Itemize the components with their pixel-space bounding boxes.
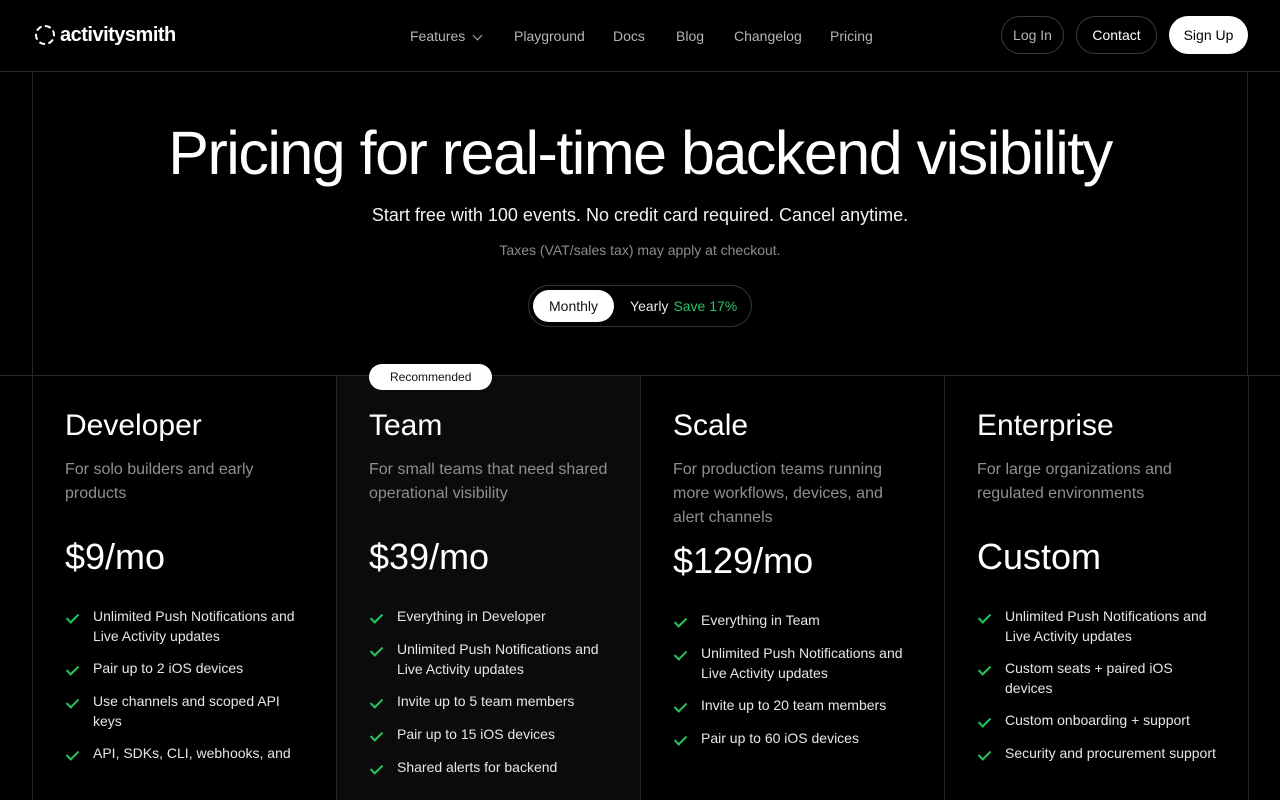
feature-item: Unlimited Push Notifications and Live Ac… (369, 639, 609, 679)
plan-name: Enterprise (977, 409, 1114, 442)
signup-button[interactable]: Sign Up (1169, 16, 1248, 54)
feature-item: Pair up to 2 iOS devices (65, 658, 305, 679)
feature-item: Unlimited Push Notifications and Live Ac… (65, 606, 305, 646)
feature-text: Everything in Developer (397, 608, 546, 624)
check-icon (369, 611, 385, 627)
yearly-label: Yearly (630, 298, 669, 314)
plan-description: For solo builders and early products (65, 461, 254, 502)
feature-text: Shared alerts for backend (397, 759, 558, 775)
feature-list: Unlimited Push Notifications and Live Ac… (977, 606, 1216, 764)
plans-grid: Developer For solo builders and early pr… (32, 364, 1249, 800)
nav-pricing[interactable]: Pricing (830, 28, 873, 44)
feature-item: Custom seats + paired iOS devices (977, 658, 1217, 698)
plan-price: $9/mo (65, 536, 166, 577)
billing-toggle: Monthly Yearly Save 17% (528, 285, 752, 327)
hero-subtitle: Start free with 100 events. No credit ca… (371, 205, 909, 225)
plan-price: $129/mo (673, 540, 814, 581)
feature-item: Pair up to 60 iOS devices (673, 728, 913, 749)
plan-developer: Developer For solo builders and early pr… (33, 376, 337, 800)
check-icon (369, 729, 385, 745)
feature-item: Custom onboarding + support (977, 710, 1217, 731)
nav-features[interactable]: Features (410, 28, 514, 44)
feature-item: Invite up to 5 team members (369, 691, 609, 712)
feature-text: Pair up to 15 iOS devices (397, 726, 555, 742)
check-icon (369, 762, 385, 778)
feature-item: Shared alerts for backend (369, 757, 609, 778)
feature-item: Everything in Developer (369, 606, 609, 627)
plan-name: Scale (673, 409, 749, 442)
check-icon (673, 615, 689, 631)
nav-playground[interactable]: Playground (514, 28, 613, 44)
feature-text: Unlimited Push Notifications and Live Ac… (397, 641, 599, 677)
feature-item: Pair up to 15 iOS devices (369, 724, 609, 745)
check-icon (65, 748, 81, 764)
monthly-option[interactable]: Monthly (533, 290, 615, 322)
plan-description: For small teams that need shared operati… (369, 461, 608, 502)
check-icon (65, 663, 81, 679)
feature-item: API, SDKs, CLI, webhooks, and (65, 743, 305, 764)
feature-item: Unlimited Push Notifications and Live Ac… (977, 606, 1217, 646)
feature-text: Everything in Team (701, 612, 820, 628)
feature-text: Pair up to 2 iOS devices (93, 660, 244, 676)
check-icon (977, 663, 993, 679)
plan-description: For large organizations and regulated en… (977, 461, 1172, 502)
feature-item: Security and procurement support (977, 743, 1217, 764)
top-nav: activitysmith Features Playground Docs B… (0, 0, 1280, 72)
feature-list: Unlimited Push Notifications and Live Ac… (65, 606, 304, 764)
feature-item: Use channels and scoped API keys (65, 691, 305, 731)
check-icon (369, 644, 385, 660)
chevron-down-icon (472, 30, 483, 40)
plan-description: For production teams running more workfl… (673, 461, 883, 526)
feature-text: Unlimited Push Notifications and Live Ac… (701, 645, 903, 681)
plan-scale: Scale For production teams running more … (641, 376, 945, 800)
logo-icon (35, 25, 55, 45)
logo-text: activitysmith (60, 23, 176, 46)
feature-text: API, SDKs, CLI, webhooks, and (93, 745, 291, 761)
check-icon (977, 715, 993, 731)
check-icon (977, 748, 993, 764)
check-icon (673, 700, 689, 716)
feature-item: Unlimited Push Notifications and Live Ac… (673, 643, 913, 683)
nav-links: Features Playground Docs Blog Changelog … (410, 0, 873, 72)
plan-name: Developer (65, 409, 202, 442)
feature-text: Invite up to 20 team members (701, 697, 887, 713)
nav-docs[interactable]: Docs (613, 28, 676, 44)
page-title: Pricing for real-time backend visibility (168, 119, 1113, 187)
check-icon (65, 611, 81, 627)
feature-item: Invite up to 20 team members (673, 695, 913, 716)
feature-text: Custom onboarding + support (1005, 712, 1190, 728)
feature-text: Unlimited Push Notifications and Live Ac… (1005, 608, 1207, 644)
nav-actions: Log In Contact Sign Up (1001, 16, 1248, 54)
check-icon (977, 611, 993, 627)
feature-list: Everything in Team Unlimited Push Notifi… (673, 610, 912, 749)
check-icon (65, 696, 81, 712)
feature-text: Pair up to 60 iOS devices (701, 730, 859, 746)
check-icon (673, 733, 689, 749)
recommended-badge: Recommended (369, 364, 493, 390)
plan-enterprise: Enterprise For large organizations and r… (945, 376, 1249, 800)
login-button[interactable]: Log In (1001, 16, 1064, 54)
feature-text: Use channels and scoped API keys (93, 693, 280, 729)
plan-team: Recommended Team For small teams that ne… (337, 364, 641, 800)
feature-text: Security and procurement support (1005, 745, 1216, 761)
check-icon (673, 648, 689, 664)
yearly-option[interactable]: Yearly Save 17% (614, 290, 753, 322)
logo[interactable]: activitysmith (35, 24, 176, 46)
tax-note: Taxes (VAT/sales tax) may apply at check… (499, 242, 781, 258)
nav-features-label: Features (410, 28, 466, 44)
feature-list: Everything in Developer Unlimited Push N… (369, 606, 608, 778)
save-badge: Save 17% (673, 298, 738, 314)
plan-price: $39/mo (369, 536, 490, 577)
plan-name: Team (369, 409, 443, 442)
plan-price: Custom (977, 536, 1102, 577)
check-icon (369, 696, 385, 712)
nav-changelog[interactable]: Changelog (734, 28, 830, 44)
nav-blog[interactable]: Blog (676, 28, 734, 44)
feature-text: Invite up to 5 team members (397, 693, 575, 709)
contact-button[interactable]: Contact (1076, 16, 1157, 54)
feature-text: Custom seats + paired iOS devices (1005, 660, 1173, 696)
feature-text: Unlimited Push Notifications and Live Ac… (93, 608, 295, 644)
feature-item: Everything in Team (673, 610, 913, 631)
